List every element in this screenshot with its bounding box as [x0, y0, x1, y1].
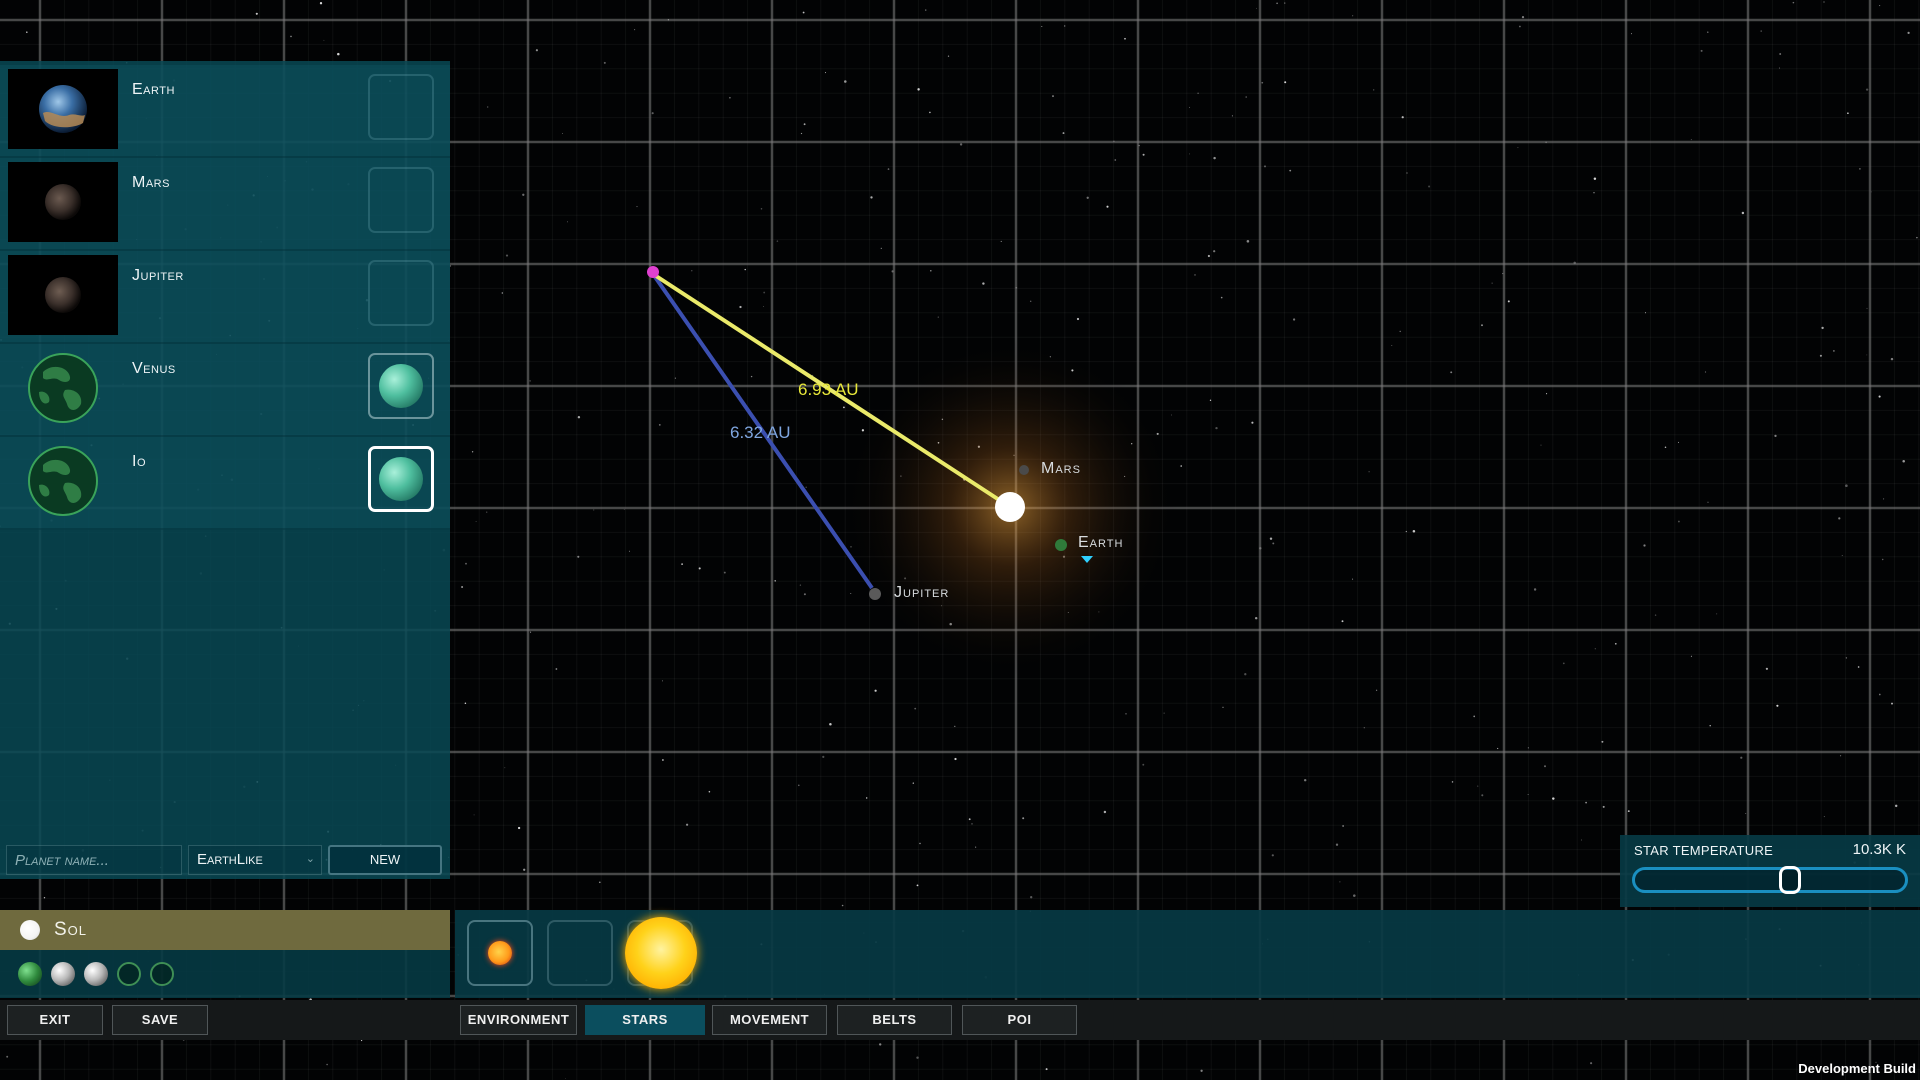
bottom-toolbar: EXIT SAVE ENVIRONMENT STARS MOVEMENT BEL…	[0, 1000, 1920, 1040]
star-slot-empty[interactable]	[547, 920, 613, 986]
planet-list-panel: Earth Mars Jupiter Venus Io Planet name.…	[0, 61, 450, 879]
tab-poi[interactable]: POI	[962, 1005, 1077, 1035]
planet-name-input[interactable]	[6, 845, 182, 875]
slider-handle[interactable]	[1779, 866, 1801, 894]
planet-thumbnail	[8, 441, 118, 521]
planet-row-jupiter[interactable]: Jupiter	[0, 251, 450, 344]
development-build-label: Development Build	[1798, 1061, 1916, 1076]
distance-label-jupiter: 6.32 AU	[730, 423, 791, 442]
star-body	[995, 492, 1025, 522]
planet-preview-icon	[379, 364, 423, 408]
planet-thumbnail	[8, 162, 118, 242]
save-button[interactable]: SAVE	[112, 1005, 208, 1035]
red-dwarf-star-icon	[488, 941, 512, 965]
star-slot-red-dwarf[interactable]	[467, 920, 533, 986]
planet-thumbnail	[8, 255, 118, 335]
planet-name: Io	[132, 453, 147, 470]
tab-movement[interactable]: MOVEMENT	[712, 1005, 827, 1035]
system-body-grey[interactable]	[51, 962, 75, 986]
planet-slot-filled[interactable]	[368, 353, 434, 419]
planet-row-earth[interactable]: Earth	[0, 65, 450, 158]
yellow-star-icon[interactable]	[625, 917, 697, 989]
planet-name: Venus	[132, 360, 176, 377]
map-label-earth[interactable]: Earth	[1078, 534, 1123, 552]
planet-row-mars[interactable]: Mars	[0, 158, 450, 251]
mars-body	[1019, 465, 1029, 475]
star-temperature-label: STAR TEMPERATURE	[1634, 843, 1774, 858]
system-body-empty[interactable]	[150, 962, 174, 986]
distance-label-star: 6.93 AU	[798, 380, 859, 399]
star-dot-icon	[20, 920, 40, 940]
system-body-green[interactable]	[18, 962, 42, 986]
star-temperature-slider[interactable]	[1632, 866, 1908, 894]
planet-row-venus[interactable]: Venus	[0, 344, 450, 437]
jupiter-planet-icon	[45, 277, 81, 313]
system-bodies-bar	[0, 950, 450, 998]
map-label-jupiter[interactable]: Jupiter	[894, 584, 949, 602]
planet-slot-empty[interactable]	[368, 167, 434, 233]
system-name: Sol	[54, 919, 88, 940]
planet-name: Mars	[132, 174, 170, 191]
chevron-down-icon: ⌄	[305, 853, 315, 865]
planet-thumbnail	[8, 348, 118, 428]
planet-name: Earth	[132, 81, 175, 98]
jupiter-body	[869, 588, 881, 600]
new-planet-button[interactable]: NEW	[328, 845, 442, 875]
system-body-grey[interactable]	[84, 962, 108, 986]
planet-type-select[interactable]: EarthLike ⌄	[188, 845, 322, 875]
planet-row-io[interactable]: Io	[0, 437, 450, 530]
mars-planet-icon	[45, 184, 81, 220]
planet-slot-empty[interactable]	[368, 260, 434, 326]
planet-slot-empty[interactable]	[368, 74, 434, 140]
planet-slot-selected[interactable]	[368, 446, 434, 512]
earth-body	[1055, 539, 1067, 551]
star-temperature-value: 10.3K K	[1852, 841, 1906, 858]
planet-type-value: EarthLike	[197, 851, 263, 868]
globe-icon	[28, 353, 98, 423]
system-body-empty[interactable]	[117, 962, 141, 986]
earth-planet-icon	[39, 85, 87, 133]
tab-stars[interactable]: STARS	[585, 1005, 705, 1035]
planet-preview-icon	[379, 457, 423, 501]
planet-name: Jupiter	[132, 267, 184, 284]
tab-belts[interactable]: BELTS	[837, 1005, 952, 1035]
planet-thumbnail	[8, 69, 118, 149]
exit-button[interactable]: EXIT	[7, 1005, 103, 1035]
new-planet-form: EarthLike ⌄ NEW	[0, 845, 450, 877]
map-label-mars[interactable]: Mars	[1041, 460, 1081, 478]
system-header[interactable]: Sol	[0, 910, 450, 950]
globe-icon	[28, 446, 98, 516]
tab-environment[interactable]: ENVIRONMENT	[460, 1005, 577, 1035]
star-temperature-panel: STAR TEMPERATURE 10.3K K	[1620, 835, 1920, 907]
measure-point	[647, 266, 659, 278]
